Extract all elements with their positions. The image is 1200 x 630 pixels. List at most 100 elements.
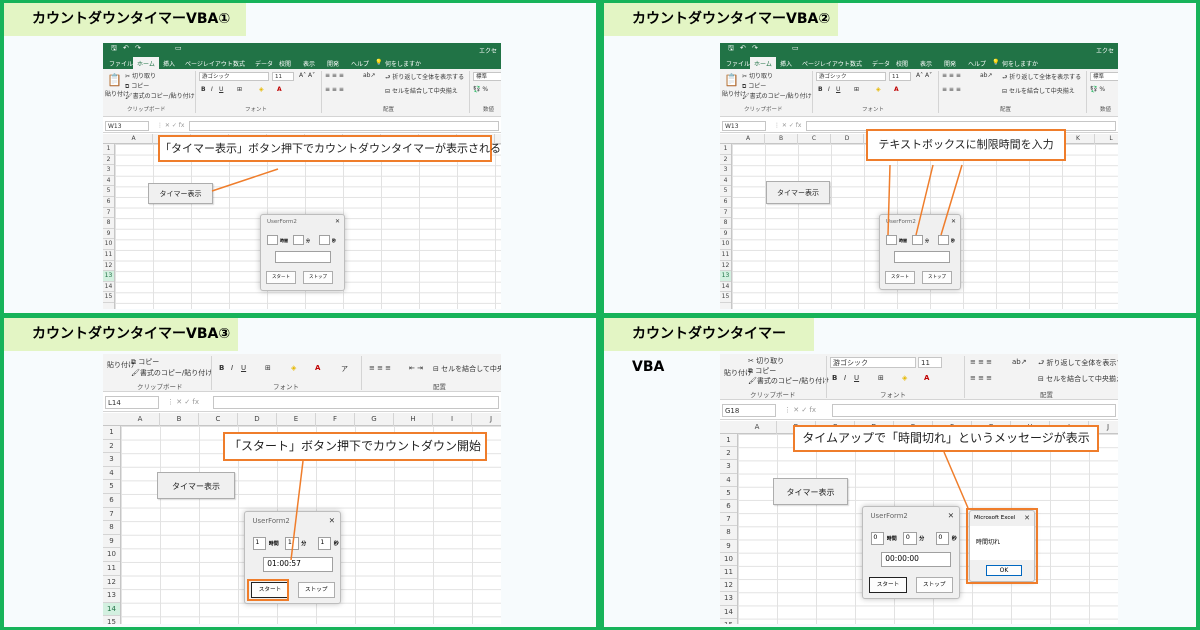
second-input[interactable]: 1 (317, 537, 332, 550)
row-header-cell[interactable]: 15 (720, 619, 737, 624)
copy-button[interactable]: ⧉ コピー (131, 357, 159, 367)
minute-input[interactable]: 0 (903, 532, 917, 545)
bold-icon[interactable]: B (219, 364, 224, 372)
tab-page-layout[interactable]: ページレイアウト (802, 59, 850, 68)
fill-color-icon[interactable]: ◈ (291, 364, 296, 372)
tab-page-layout[interactable]: ページレイアウト (185, 59, 233, 68)
tab-review[interactable]: 校閲 (896, 59, 908, 68)
row-header-cell[interactable]: 2 (103, 155, 114, 166)
hour-input[interactable]: 1 (252, 537, 267, 550)
start-button[interactable]: スタート (885, 271, 915, 284)
number-format-select[interactable]: 標準 (1090, 72, 1118, 81)
tab-view[interactable]: 表示 (920, 59, 932, 68)
tab-file[interactable]: ファイル (109, 59, 133, 68)
underline-icon[interactable]: U (241, 364, 246, 372)
row-header-cell[interactable]: 8 (720, 218, 731, 229)
column-header-cell[interactable]: J (472, 413, 501, 426)
align-top-icon[interactable]: ≡ ≡ ≡ (942, 72, 961, 79)
row-header-cell[interactable]: 6 (103, 494, 120, 508)
row-header-cell[interactable]: 9 (720, 540, 737, 553)
border-icon[interactable]: ⊞ (237, 86, 242, 93)
row-header-cell[interactable]: 5 (720, 186, 731, 197)
row-header-cell[interactable]: 11 (103, 562, 120, 576)
align-left-icon[interactable]: ≡ ≡ ≡ (369, 364, 391, 372)
row-header-cell[interactable]: 7 (103, 508, 120, 522)
column-header-cell[interactable]: A (732, 134, 765, 144)
font-grow-icon[interactable]: A˄ A˅ (299, 72, 315, 79)
column-header-cell[interactable]: G (355, 413, 394, 426)
row-header-cell[interactable]: 7 (720, 208, 731, 219)
redo-icon[interactable]: ↷ (752, 44, 758, 52)
minute-input[interactable] (293, 235, 304, 245)
row-header-cell[interactable]: 12 (720, 579, 737, 593)
hour-input[interactable]: 0 (870, 532, 885, 545)
copy-button[interactable]: ⧉ コピー (748, 366, 776, 376)
row-header-cell[interactable]: 14 (720, 282, 731, 293)
tab-formulas[interactable]: 数式 (233, 59, 245, 68)
row-header-cell[interactable]: 10 (720, 239, 731, 250)
orientation-icon[interactable]: ab↗ (1012, 358, 1027, 366)
fill-color-icon[interactable]: ◈ (902, 374, 907, 382)
row-header-cell[interactable]: 6 (103, 197, 114, 208)
bold-icon[interactable]: B (818, 86, 823, 93)
font-name-select[interactable]: 游ゴシック (830, 357, 916, 368)
clipboard-icon[interactable]: 📋 (724, 73, 739, 87)
row-header-cell[interactable]: 4 (720, 176, 731, 187)
row-header-cell[interactable]: 8 (103, 521, 120, 535)
userform-window[interactable]: UserForm2 ✕ 時間 分 秒スタート ストップ (260, 214, 345, 291)
row-header-cell[interactable]: 4 (103, 176, 114, 187)
format-painter-button[interactable]: 🖌書式のコピー/貼り付け (748, 376, 829, 386)
name-box[interactable]: G18 (722, 404, 776, 417)
name-box[interactable]: L14 (105, 396, 159, 409)
undo-icon[interactable]: ↶ (123, 44, 129, 52)
currency-icon[interactable]: 💱 % (1090, 86, 1105, 93)
cut-button[interactable]: ✂ 切り取り (742, 71, 773, 80)
row-header-cell[interactable]: 10 (103, 548, 120, 562)
tab-home[interactable]: ホーム (133, 57, 159, 69)
font-grow-icon[interactable]: A˄ A˅ (916, 72, 932, 79)
row-header-cell[interactable]: 14 (720, 606, 737, 619)
row-header-cell[interactable]: 4 (103, 467, 120, 481)
undo-icon[interactable]: ↶ (740, 44, 746, 52)
tab-developer[interactable]: 開発 (327, 59, 339, 68)
row-header-cell[interactable]: 3 (720, 460, 737, 474)
number-format-select[interactable]: 標準 (473, 72, 501, 81)
close-icon[interactable]: ✕ (329, 516, 335, 525)
row-header-cell[interactable]: 2 (103, 440, 120, 454)
name-box[interactable]: W13 (105, 121, 149, 131)
row-header-cell[interactable]: 13 (103, 271, 114, 282)
column-header-cell[interactable]: F (316, 413, 355, 426)
tab-formulas[interactable]: 数式 (850, 59, 862, 68)
wrap-text-button[interactable]: ⮐ 折り返して全体を表示す (1038, 358, 1118, 370)
redo-icon[interactable]: ↷ (135, 44, 141, 52)
currency-icon[interactable]: 💱 % (473, 86, 488, 93)
userform-window[interactable]: UserForm2 ✕ 時間 分 秒スタート ストップ (879, 214, 961, 290)
italic-icon[interactable]: I (828, 86, 830, 93)
row-header-cell[interactable]: 15 (720, 292, 731, 303)
column-header-cell[interactable]: C (798, 134, 831, 144)
underline-icon[interactable]: U (836, 86, 840, 93)
tab-review[interactable]: 校閲 (279, 59, 291, 68)
column-header-cell[interactable]: D (831, 134, 864, 144)
fill-color-icon[interactable]: ◈ (876, 86, 881, 93)
bold-icon[interactable]: B (832, 374, 837, 382)
column-header-cell[interactable]: D (238, 413, 277, 426)
wrap-text-button[interactable]: ⮐ 折り返して全体を表示する (1002, 72, 1081, 83)
column-header-cell[interactable]: L (1095, 134, 1118, 144)
timer-display-button[interactable]: タイマー表示 (773, 478, 848, 505)
row-header-cell[interactable]: 11 (720, 250, 731, 261)
column-header-cell[interactable]: I (433, 413, 472, 426)
underline-icon[interactable]: U (219, 86, 223, 93)
tab-file[interactable]: ファイル (726, 59, 750, 68)
formula-input[interactable] (213, 396, 499, 409)
minute-input[interactable]: 1 (285, 537, 299, 550)
bold-icon[interactable]: B (201, 86, 206, 93)
column-header-cell[interactable]: K (1062, 134, 1095, 144)
row-header-cell[interactable]: 13 (720, 592, 737, 606)
timer-display-button[interactable]: タイマー表示 (766, 181, 830, 204)
orientation-icon[interactable]: ab↗ (363, 72, 376, 79)
font-name-select[interactable]: 游ゴシック (199, 72, 269, 81)
row-header-cell[interactable]: 3 (103, 453, 120, 467)
stop-button[interactable]: ストップ (303, 271, 333, 284)
tab-help[interactable]: ヘルプ (968, 59, 986, 68)
